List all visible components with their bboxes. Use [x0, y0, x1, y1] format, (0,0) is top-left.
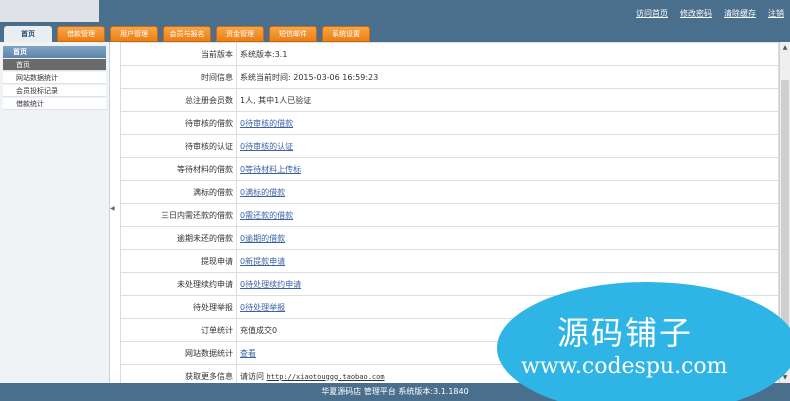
tab-system-settings[interactable]: 系统设置: [322, 26, 370, 42]
sidebar-item-bid-records[interactable]: 会员投标记录: [3, 85, 106, 97]
change-password-link[interactable]: 修改密码: [680, 8, 712, 19]
row-link[interactable]: 0待处理续约申请: [240, 280, 301, 289]
row-link[interactable]: 0待审核的认证: [240, 142, 293, 151]
row-value-text: 系统版本:3.1: [240, 49, 288, 59]
table-row: 当前版本 系统版本:3.1: [120, 42, 779, 66]
tab-home[interactable]: 首页: [4, 26, 52, 42]
watermark-url-text: www.codespu.com: [521, 354, 728, 379]
row-label: 总注册会员数: [120, 88, 237, 112]
row-value-text: 请访问: [240, 371, 264, 381]
row-label: 满标的借款: [120, 180, 237, 204]
sidebar: 首页 首页 网站数据统计 会员投标记录 借款统计: [0, 42, 110, 383]
sidebar-item-home[interactable]: 首页: [3, 59, 106, 71]
tab-loan-management[interactable]: 借款管理: [57, 26, 105, 42]
tab-user-management[interactable]: 用户管理: [110, 26, 158, 42]
watermark-cn-text: 源码铺子: [557, 314, 694, 352]
tab-funds[interactable]: 资金管理: [216, 26, 264, 42]
row-value: 系统版本:3.1: [236, 42, 779, 66]
sidebar-title[interactable]: 首页: [3, 46, 106, 58]
tab-sms-email[interactable]: 短信邮件: [269, 26, 317, 42]
row-value: 0新提款申请: [236, 249, 779, 273]
collapse-arrow-icon[interactable]: ◀: [110, 205, 115, 212]
row-value: 1人, 其中1人已验证: [236, 88, 779, 112]
row-label: 网站数据统计: [120, 341, 237, 365]
row-link[interactable]: 0新提款申请: [240, 257, 285, 266]
row-link[interactable]: 0满标的借款: [240, 188, 285, 197]
row-value: 系统当前时间: 2015-03-06 16:59:23: [236, 65, 779, 89]
row-link[interactable]: 0等待材料上传标: [240, 165, 301, 174]
row-link[interactable]: 0逾期的借款: [240, 234, 285, 243]
row-value-text: 1人, 其中1人已验证: [240, 95, 312, 105]
row-value-text: 系统当前时间: 2015-03-06 16:59:23: [240, 72, 379, 82]
row-link[interactable]: 0待处理举报: [240, 303, 285, 312]
table-row: 等待材料的借款 0等待材料上传标: [120, 157, 779, 181]
row-label: 待审核的认证: [120, 134, 237, 158]
row-label: 未处理续约申请: [120, 272, 237, 296]
row-link[interactable]: 0需还款的借款: [240, 211, 293, 220]
top-links: 访问首页 修改密码 清除缓存 注销: [636, 8, 784, 19]
sidebar-item-loan-stats[interactable]: 借款统计: [3, 98, 106, 110]
row-value: 0满标的借款: [236, 180, 779, 204]
visit-home-link[interactable]: 访问首页: [636, 8, 668, 19]
row-value: 0需还款的借款: [236, 203, 779, 227]
row-label: 获取更多信息: [120, 364, 237, 383]
table-row: 待审核的认证 0待审核的认证: [120, 134, 779, 158]
logout-link[interactable]: 注销: [768, 8, 784, 19]
row-value-text: 充值成交0: [240, 325, 278, 335]
row-label: 三日内需还款的借款: [120, 203, 237, 227]
tab-members[interactable]: 会员与报名: [163, 26, 211, 42]
table-row: 待审核的借款 0待审核的借款: [120, 111, 779, 135]
table-row: 总注册会员数 1人, 其中1人已验证: [120, 88, 779, 112]
main-tabs: 首页 借款管理 用户管理 会员与报名 资金管理 短信邮件 系统设置: [4, 26, 370, 42]
table-row: 提现申请 0新提款申请: [120, 249, 779, 273]
table-row: 三日内需还款的借款 0需还款的借款: [120, 203, 779, 227]
row-value: 0等待材料上传标: [236, 157, 779, 181]
row-label: 等待材料的借款: [120, 157, 237, 181]
logo-area: [0, 0, 99, 22]
row-value: 0待审核的认证: [236, 134, 779, 158]
table-row: 满标的借款 0满标的借款: [120, 180, 779, 204]
scroll-up-arrow-icon[interactable]: ▲: [780, 42, 790, 53]
row-link[interactable]: 0待审核的借款: [240, 119, 293, 128]
row-value: 0逾期的借款: [236, 226, 779, 250]
row-label: 提现申请: [120, 249, 237, 273]
sidebar-item-site-stats[interactable]: 网站数据统计: [3, 72, 106, 84]
table-row: 时间信息 系统当前时间: 2015-03-06 16:59:23: [120, 65, 779, 89]
table-row: 逾期未还的借款 0逾期的借款: [120, 226, 779, 250]
external-url-link[interactable]: http://xiaotouggg.taobao.com: [267, 373, 385, 381]
row-label: 逾期未还的借款: [120, 226, 237, 250]
row-label: 当前版本: [120, 42, 237, 66]
row-label: 待处理举报: [120, 295, 237, 319]
row-link[interactable]: 查看: [240, 349, 256, 358]
row-label: 时间信息: [120, 65, 237, 89]
scroll-thumb[interactable]: [781, 80, 789, 340]
row-label: 待审核的借款: [120, 111, 237, 135]
clear-cache-link[interactable]: 清除缓存: [724, 8, 756, 19]
row-value: 0待审核的借款: [236, 111, 779, 135]
top-header: 访问首页 修改密码 清除缓存 注销 首页 借款管理 用户管理 会员与报名 资金管…: [0, 0, 790, 42]
row-label: 订单统计: [120, 318, 237, 342]
